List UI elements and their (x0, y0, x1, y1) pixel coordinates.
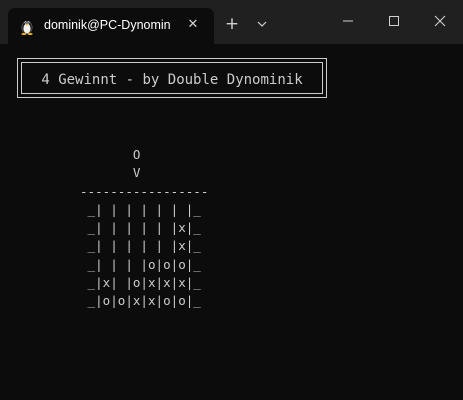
linux-penguin-icon (21, 20, 33, 35)
board-line: V (80, 165, 141, 181)
maximize-icon[interactable] (383, 10, 405, 32)
title-bar[interactable]: dominik@PC-Dynomin ✕ + (0, 0, 463, 44)
board-line: ----------------- (80, 183, 209, 199)
banner-title: 4 Gewinnt - by Double Dynominik (41, 72, 303, 88)
board-line: _| | | | | | |_ (80, 201, 201, 217)
board-line: _| | | | | |x|_ (80, 238, 201, 254)
close-window-icon[interactable] (429, 10, 451, 32)
tab-active[interactable]: dominik@PC-Dynomin ✕ (8, 8, 214, 44)
game-board: O V ----------------- _| | | | | | |_ _|… (80, 146, 208, 311)
minimize-icon[interactable] (337, 10, 359, 32)
banner-inner-border: 4 Gewinnt - by Double Dynominik (21, 62, 323, 94)
board-line: O (80, 147, 141, 162)
board-line: _|x| |o|x|x|x|_ (80, 275, 201, 291)
chevron-down-icon[interactable] (252, 14, 272, 34)
board-line: _| | | | | |x|_ (80, 220, 201, 236)
new-tab-button[interactable]: + (222, 14, 242, 34)
terminal-content[interactable]: 4 Gewinnt - by Double Dynominik O V ----… (0, 44, 463, 400)
board-line: _| | | |o|o|o|_ (80, 256, 201, 272)
game-banner: 4 Gewinnt - by Double Dynominik (17, 58, 327, 98)
close-tab-icon[interactable]: ✕ (185, 17, 201, 33)
tab-title: dominik@PC-Dynomin (44, 18, 171, 32)
terminal-window: dominik@PC-Dynomin ✕ + 4 Gewinnt - by Do… (0, 0, 463, 400)
board-line: _|o|o|x|x|o|o|_ (80, 293, 201, 309)
